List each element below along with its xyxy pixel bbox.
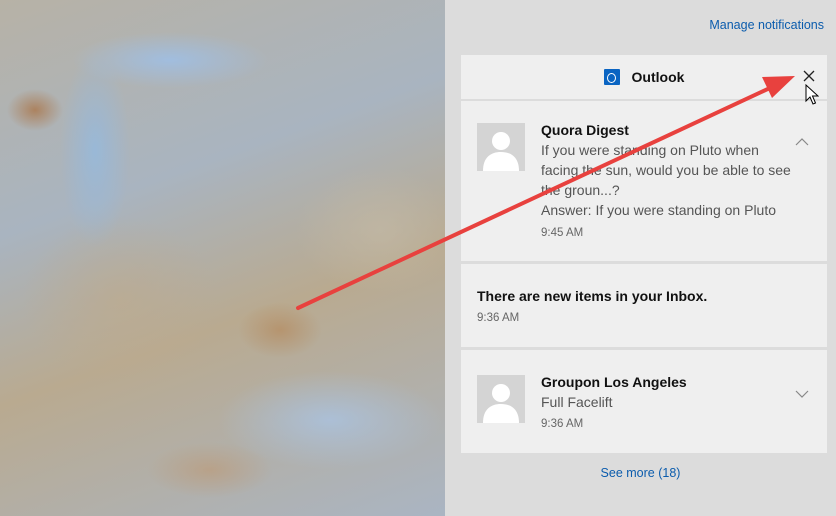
avatar bbox=[477, 123, 525, 171]
notification-message: There are new items in your Inbox. bbox=[477, 288, 708, 304]
mouse-cursor-icon bbox=[805, 84, 819, 105]
notification-subject: Full Facelift bbox=[541, 394, 613, 410]
avatar bbox=[477, 375, 525, 423]
expand-button[interactable] bbox=[795, 385, 809, 403]
app-group-title: Outlook bbox=[631, 69, 685, 85]
close-icon bbox=[803, 70, 815, 82]
notification-sender: Quora Digest bbox=[541, 122, 629, 138]
notification-preview: Answer: If you were standing on Pluto bbox=[541, 202, 777, 218]
notification-card-groupon[interactable]: Groupon Los Angeles Full Facelift 9:36 A… bbox=[461, 350, 827, 453]
desktop-wallpaper bbox=[0, 0, 445, 516]
notification-card-quora[interactable]: Quora Digest If you were standing on Plu… bbox=[461, 101, 827, 261]
notification-sender: Groupon Los Angeles bbox=[541, 374, 687, 390]
chevron-down-icon bbox=[795, 390, 809, 398]
chevron-up-icon bbox=[795, 138, 809, 146]
notification-subject: If you were standing on Pluto when facin… bbox=[541, 142, 791, 198]
manage-notifications-link[interactable]: Manage notifications bbox=[709, 18, 824, 32]
action-center-panel: Manage notifications Outlook Quora Diges… bbox=[445, 0, 836, 516]
notification-time: 9:45 AM bbox=[541, 227, 584, 239]
outlook-icon bbox=[603, 69, 620, 85]
notification-card-inbox[interactable]: There are new items in your Inbox. 9:36 … bbox=[461, 264, 827, 347]
close-group-button[interactable] bbox=[799, 66, 819, 86]
outlook-group-header: Outlook bbox=[461, 55, 827, 99]
notification-time: 9:36 AM bbox=[477, 312, 520, 324]
collapse-button[interactable] bbox=[795, 133, 809, 151]
see-more-link[interactable]: See more (18) bbox=[445, 466, 836, 480]
notification-time: 9:36 AM bbox=[541, 418, 584, 430]
